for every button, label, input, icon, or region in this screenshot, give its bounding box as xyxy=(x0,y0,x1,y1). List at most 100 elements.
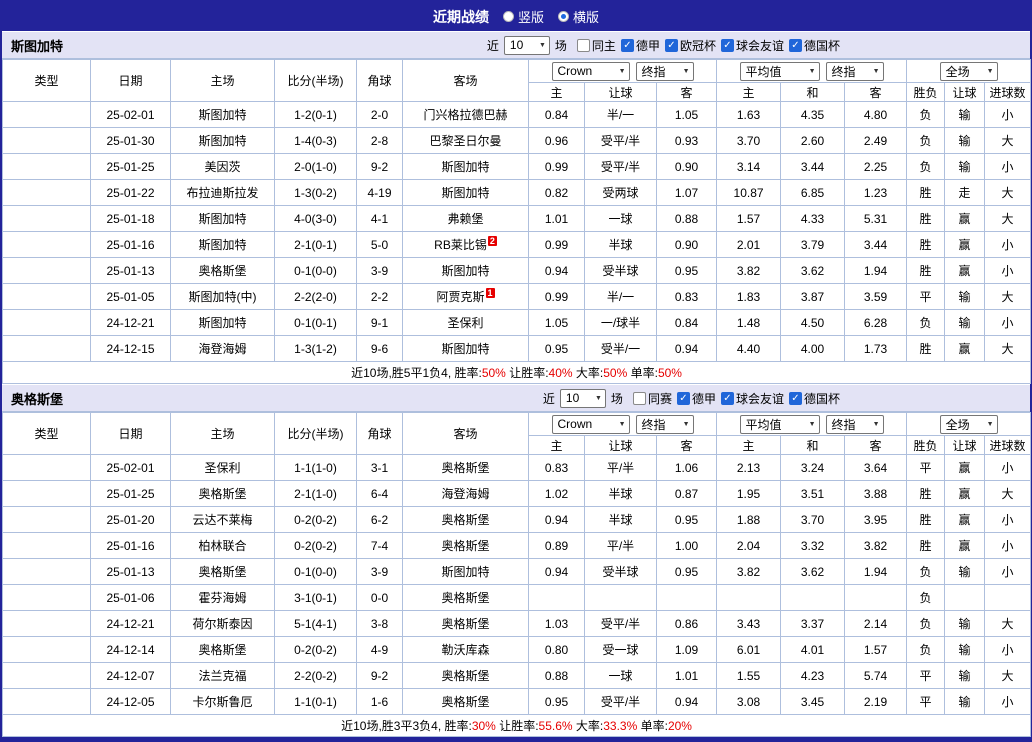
score-cell: 1-4(0-3) xyxy=(274,127,357,154)
games-label: 场 xyxy=(610,391,623,406)
result-cell: 负 xyxy=(906,101,946,128)
layout-radio-option[interactable]: 竖版 xyxy=(502,7,544,26)
checkbox-icon[interactable]: ✓ xyxy=(720,38,734,52)
filter-checkbox[interactable]: ✓ 德国杯 xyxy=(788,37,840,54)
home-team-cell: 奥格斯堡 xyxy=(170,636,275,663)
summary-segment: 50% xyxy=(481,366,506,380)
filter-checkbox[interactable]: ✓ 德甲 xyxy=(676,390,716,407)
home-odds-cell: 1.02 xyxy=(528,480,585,507)
home-team-cell: 卡尔斯鲁厄 xyxy=(170,688,275,715)
filter-checkbox[interactable]: ✓ 欧冠杯 xyxy=(664,37,716,54)
match-row: 欧冠杯 25-01-30 斯图加特 1-4(0-3) 2-8 巴黎圣日尔曼 0.96 受平/半… xyxy=(2,127,1032,154)
goals-result-cell: 小 xyxy=(984,257,1032,284)
avg-away-cell: 5.74 xyxy=(844,662,908,689)
checkbox-icon[interactable]: ✓ xyxy=(676,391,690,405)
match-row: 欧冠杯 25-01-22 布拉迪斯拉发 1-3(0-2) 4-19 斯图加特 0.82 受两球… xyxy=(2,179,1032,206)
results-body: 德甲 25-02-01 圣保利 1-1(1-0) 3-1 奥格斯堡 0.83 平/半 1.06 2… xyxy=(2,454,1032,715)
home-odds-cell xyxy=(528,584,585,611)
avg-source-select[interactable]: 平均值 ▼ xyxy=(739,61,820,81)
checkbox-icon[interactable]: ✓ xyxy=(788,38,802,52)
avg-home-cell: 3.70 xyxy=(716,127,782,154)
scope-select[interactable]: 全场 ▼ xyxy=(939,61,998,81)
date-cell: 24-12-21 xyxy=(90,309,171,336)
away-team-cell: 斯图加特 xyxy=(402,179,529,206)
col-header-score: 比分(半场) xyxy=(274,412,357,455)
radio-icon[interactable] xyxy=(502,11,514,22)
col-header-handicap-result: 让球 xyxy=(944,435,986,455)
home-team-cell: 霍芬海姆 xyxy=(170,584,275,611)
home-team-cell: 奥格斯堡 xyxy=(170,257,275,284)
away-odds-cell: 0.86 xyxy=(655,610,718,637)
avg-draw-cell: 4.00 xyxy=(780,335,846,362)
recent-count-select[interactable]: 10 ▼ xyxy=(559,388,606,408)
away-odds-cell: 0.90 xyxy=(655,153,718,180)
avg-home-cell xyxy=(716,584,782,611)
filter-checkbox[interactable]: ✓ 德国杯 xyxy=(788,390,840,407)
select-value: Crown xyxy=(557,64,593,78)
checkbox-icon[interactable]: ✓ xyxy=(720,391,734,405)
handicap-line-cell: 受平/半 xyxy=(584,688,657,715)
score-cell: 3-1(0-1) xyxy=(274,584,357,611)
avg-away-cell: 1.73 xyxy=(844,335,908,362)
checkbox-icon[interactable]: ✓ xyxy=(788,391,802,405)
filter-checkbox[interactable]: 同赛 xyxy=(632,390,672,407)
checkbox-icon[interactable] xyxy=(632,391,646,405)
league-cell: 德甲 xyxy=(2,454,91,481)
avg-away-cell: 3.64 xyxy=(844,454,908,481)
away-team-cell: 奥格斯堡 xyxy=(402,584,529,611)
match-row: 德甲 25-02-01 斯图加特 1-2(0-1) 2-0 门兴格拉德巴赫 0.84 半/一 1… xyxy=(2,101,1032,128)
match-row: 球会友谊 25-01-06 霍芬海姆 3-1(0-1) 0-0 奥格斯堡 负 xyxy=(2,584,1032,611)
avg-time-select[interactable]: 终指 ▼ xyxy=(825,61,884,81)
radio-label: 竖版 xyxy=(517,10,544,25)
home-odds-cell: 0.96 xyxy=(528,127,585,154)
avg-draw-cell: 4.01 xyxy=(780,636,846,663)
avg-time-select[interactable]: 终指 ▼ xyxy=(825,414,884,434)
radio-icon[interactable] xyxy=(558,11,569,22)
date-cell: 25-01-05 xyxy=(90,283,171,310)
home-odds-cell: 1.05 xyxy=(528,309,585,336)
handicap-line-cell: 平/半 xyxy=(584,532,657,559)
result-cell: 胜 xyxy=(906,335,946,362)
checkbox-icon[interactable]: ✓ xyxy=(664,38,678,52)
checkbox-label: 德甲 xyxy=(635,38,660,53)
home-odds-cell: 0.94 xyxy=(528,257,585,284)
summary-row: 近10场,胜3平3负4, 胜率:30% 让胜率:55.6% 大率:33.3% 单… xyxy=(1,714,1032,737)
scope-select[interactable]: 全场 ▼ xyxy=(939,414,998,434)
odds-source-select[interactable]: Crown ▼ xyxy=(551,414,630,434)
avg-away-cell xyxy=(844,584,908,611)
odds-time-select[interactable]: 终指 ▼ xyxy=(635,414,694,434)
handicap-line-cell: 半/一 xyxy=(584,283,657,310)
score-cell: 2-2(0-2) xyxy=(274,662,357,689)
filter-checkbox[interactable]: 同主 xyxy=(576,37,616,54)
recent-count-select[interactable]: 10 ▼ xyxy=(503,35,550,55)
match-row: 德甲 24-12-07 法兰克福 2-2(0-2) 9-2 奥格斯堡 0.88 一球 1.01 1… xyxy=(2,662,1032,689)
score-cell: 4-0(3-0) xyxy=(274,205,357,232)
layout-radio-option[interactable]: 横版 xyxy=(558,7,599,26)
odds-source-select[interactable]: Crown ▼ xyxy=(551,61,630,81)
filter-checkbox[interactable]: ✓ 球会友谊 xyxy=(720,37,784,54)
corner-cell: 7-4 xyxy=(356,532,403,559)
summary-segment: 让胜率: xyxy=(505,366,549,380)
avg-source-select[interactable]: 平均值 ▼ xyxy=(739,414,820,434)
home-odds-cell: 0.94 xyxy=(528,558,585,585)
home-odds-cell: 0.99 xyxy=(528,283,585,310)
away-team-cell: 奥格斯堡 xyxy=(402,506,529,533)
avg-home-cell: 1.55 xyxy=(716,662,782,689)
match-row: 德甲 24-12-14 奥格斯堡 0-2(0-2) 4-9 勒沃库森 0.80 受一球 1.09… xyxy=(2,636,1032,663)
filter-checkbox[interactable]: ✓ 球会友谊 xyxy=(720,390,784,407)
result-cell: 负 xyxy=(906,636,946,663)
avg-away-cell: 1.57 xyxy=(844,636,908,663)
summary-segment: 20% xyxy=(667,719,692,733)
score-cell: 1-3(0-2) xyxy=(274,179,357,206)
home-odds-cell: 0.99 xyxy=(528,153,585,180)
checkbox-icon[interactable]: ✓ xyxy=(620,38,634,52)
radio-label: 横版 xyxy=(573,10,600,25)
away-odds-cell: 0.95 xyxy=(655,558,718,585)
odds-time-select[interactable]: 终指 ▼ xyxy=(635,61,694,81)
filter-checkbox[interactable]: ✓ 德甲 xyxy=(620,37,660,54)
avg-home-cell: 1.57 xyxy=(716,205,782,232)
col-header-goals: 进球数 xyxy=(984,82,1032,102)
avg-away-cell: 3.44 xyxy=(844,231,908,258)
checkbox-icon[interactable] xyxy=(576,38,590,52)
date-cell: 25-01-16 xyxy=(90,532,171,559)
